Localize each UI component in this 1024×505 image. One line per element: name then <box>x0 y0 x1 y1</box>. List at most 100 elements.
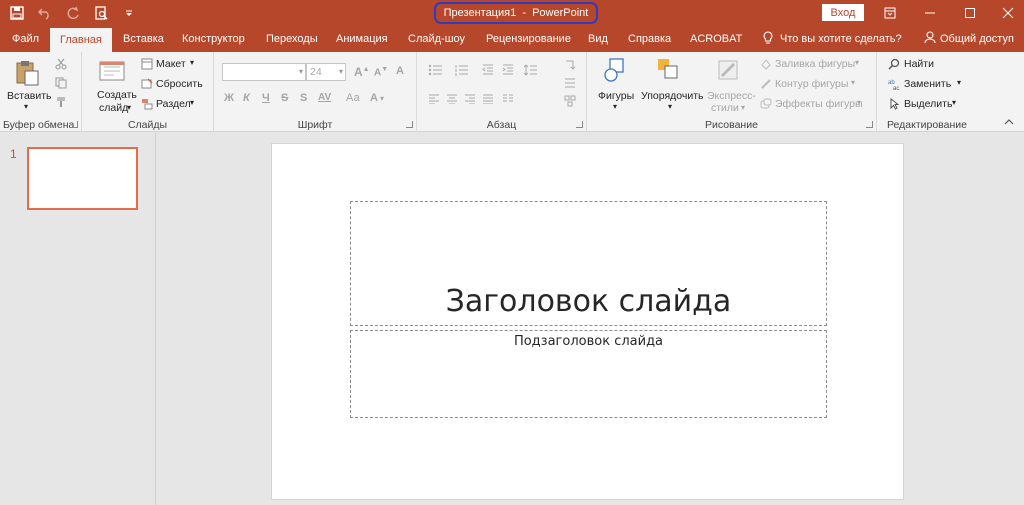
select-dropdown-icon[interactable]: ▾ <box>952 98 956 107</box>
title-placeholder-text[interactable]: Заголовок слайда <box>351 284 826 319</box>
shape-fill-dropdown-icon[interactable]: ▾ <box>855 58 859 67</box>
clear-formatting-icon[interactable]: A <box>396 65 404 77</box>
convert-smartart-icon[interactable] <box>563 94 577 108</box>
new-slide-dropdown-icon[interactable]: ▾ <box>127 103 131 112</box>
arrange-button[interactable]: Упорядочить <box>641 90 703 102</box>
close-icon[interactable] <box>988 0 1024 26</box>
customize-qat-icon[interactable] <box>118 3 140 23</box>
new-slide-label-1[interactable]: Создать <box>97 89 137 101</box>
tab-home[interactable]: Главная <box>50 28 112 52</box>
shape-effects-dropdown-icon[interactable]: ▾ <box>857 98 861 107</box>
character-spacing-button[interactable]: AV <box>318 92 331 103</box>
signin-button[interactable]: Вход <box>822 4 864 21</box>
section-icon[interactable] <box>140 97 154 111</box>
bullets-icon[interactable] <box>427 63 447 77</box>
format-painter-icon[interactable] <box>54 95 68 109</box>
underline-button[interactable]: Ч <box>262 92 270 104</box>
shape-outline-button[interactable]: Контур фигуры <box>775 78 848 90</box>
shapes-icon[interactable] <box>601 56 629 86</box>
columns-icon[interactable] <box>501 92 515 106</box>
line-spacing-icon[interactable] <box>523 63 539 77</box>
tab-design[interactable]: Конструктор <box>182 26 245 52</box>
text-shadow-icon[interactable]: S <box>300 92 307 104</box>
paste-button-label[interactable]: Вставить <box>7 90 52 102</box>
text-direction-icon[interactable] <box>563 58 577 72</box>
undo-icon[interactable] <box>34 3 56 23</box>
font-name-dropdown-icon[interactable]: ▾ <box>299 67 303 76</box>
subtitle-placeholder-text[interactable]: Подзаголовок слайда <box>351 334 826 349</box>
arrange-icon[interactable] <box>655 56 683 86</box>
title-placeholder[interactable]: Заголовок слайда <box>350 201 827 326</box>
slide-canvas[interactable]: Заголовок слайда Подзаголовок слайда <box>271 143 904 500</box>
shape-effects-icon[interactable] <box>759 97 773 111</box>
tab-acrobat[interactable]: ACROBAT <box>690 26 742 52</box>
quick-styles-dropdown-icon[interactable]: ▾ <box>741 103 745 112</box>
decrease-indent-icon[interactable] <box>481 63 495 77</box>
slide-thumbnail[interactable] <box>27 147 138 210</box>
layout-button[interactable]: Макет <box>156 58 186 70</box>
clipboard-launcher-icon[interactable] <box>71 121 78 128</box>
shape-fill-button[interactable]: Заливка фигуры <box>775 58 855 70</box>
tab-slideshow[interactable]: Слайд-шоу <box>408 26 465 52</box>
font-color-button[interactable]: А <box>370 92 378 104</box>
italic-button[interactable]: К <box>243 92 250 104</box>
shape-fill-icon[interactable] <box>759 57 773 71</box>
paste-icon[interactable] <box>12 58 42 88</box>
layout-dropdown-icon[interactable]: ▾ <box>190 58 194 67</box>
strikethrough-button[interactable]: S <box>281 92 288 104</box>
tab-review[interactable]: Рецензирование <box>486 26 571 52</box>
subtitle-placeholder[interactable]: Подзаголовок слайда <box>350 330 827 418</box>
save-icon[interactable] <box>6 3 28 23</box>
collapse-ribbon-icon[interactable] <box>1002 116 1016 128</box>
font-size-combo[interactable]: 24 ▾ <box>306 63 346 81</box>
tell-me-search[interactable]: Что вы хотите сделать? <box>762 26 902 52</box>
section-dropdown-icon[interactable]: ▾ <box>190 98 194 107</box>
select-icon[interactable] <box>887 97 901 111</box>
font-launcher-icon[interactable] <box>406 121 413 128</box>
shape-effects-button[interactable]: Эффекты фигуры <box>775 98 863 110</box>
paragraph-launcher-icon[interactable] <box>576 121 583 128</box>
cut-icon[interactable] <box>54 57 68 71</box>
align-left-icon[interactable] <box>427 92 441 106</box>
bold-button[interactable]: Ж <box>224 92 234 104</box>
redo-icon[interactable] <box>62 3 84 23</box>
new-slide-label-2[interactable]: слайд <box>99 102 128 114</box>
replace-button[interactable]: Заменить <box>904 78 951 90</box>
tab-insert[interactable]: Вставка <box>123 26 164 52</box>
select-button[interactable]: Выделить <box>904 98 952 110</box>
arrange-dropdown-icon[interactable]: ▾ <box>668 102 672 111</box>
copy-icon[interactable] <box>54 76 68 90</box>
tab-animations[interactable]: Анимация <box>336 26 388 52</box>
find-icon[interactable] <box>887 57 901 71</box>
replace-icon[interactable]: ab ac <box>887 77 901 91</box>
font-color-dropdown-icon[interactable]: ▾ <box>380 94 384 103</box>
shapes-dropdown-icon[interactable]: ▾ <box>613 102 617 111</box>
share-button[interactable]: Общий доступ <box>924 26 1014 52</box>
font-size-dropdown-icon[interactable]: ▾ <box>339 67 343 76</box>
numbering-icon[interactable] <box>453 63 473 77</box>
ribbon-display-icon[interactable] <box>870 0 910 26</box>
print-preview-icon[interactable] <box>90 3 112 23</box>
grow-font-icon[interactable]: A▲ <box>354 65 370 79</box>
justify-icon[interactable] <box>481 92 495 106</box>
align-text-icon[interactable] <box>563 76 577 90</box>
change-case-button[interactable]: Аа <box>346 92 360 104</box>
tab-transitions[interactable]: Переходы <box>266 26 318 52</box>
find-button[interactable]: Найти <box>904 58 934 70</box>
layout-icon[interactable] <box>140 57 154 71</box>
paste-dropdown-icon[interactable]: ▾ <box>24 102 28 111</box>
tab-help[interactable]: Справка <box>628 26 671 52</box>
increase-indent-icon[interactable] <box>501 63 515 77</box>
tab-file[interactable]: Файл <box>12 26 39 52</box>
new-slide-icon[interactable] <box>97 57 127 85</box>
tab-view[interactable]: Вид <box>588 26 608 52</box>
quick-styles-label-2[interactable]: стили <box>711 102 739 114</box>
align-center-icon[interactable] <box>445 92 459 106</box>
quick-styles-icon[interactable] <box>715 56 743 86</box>
shape-outline-dropdown-icon[interactable]: ▾ <box>851 78 855 87</box>
quick-styles-label-1[interactable]: Экспресс- <box>707 90 756 102</box>
restore-icon[interactable] <box>950 0 990 26</box>
section-button[interactable]: Раздел <box>156 98 191 110</box>
replace-dropdown-icon[interactable]: ▾ <box>957 78 961 87</box>
font-name-combo[interactable]: ▾ <box>222 63 306 81</box>
